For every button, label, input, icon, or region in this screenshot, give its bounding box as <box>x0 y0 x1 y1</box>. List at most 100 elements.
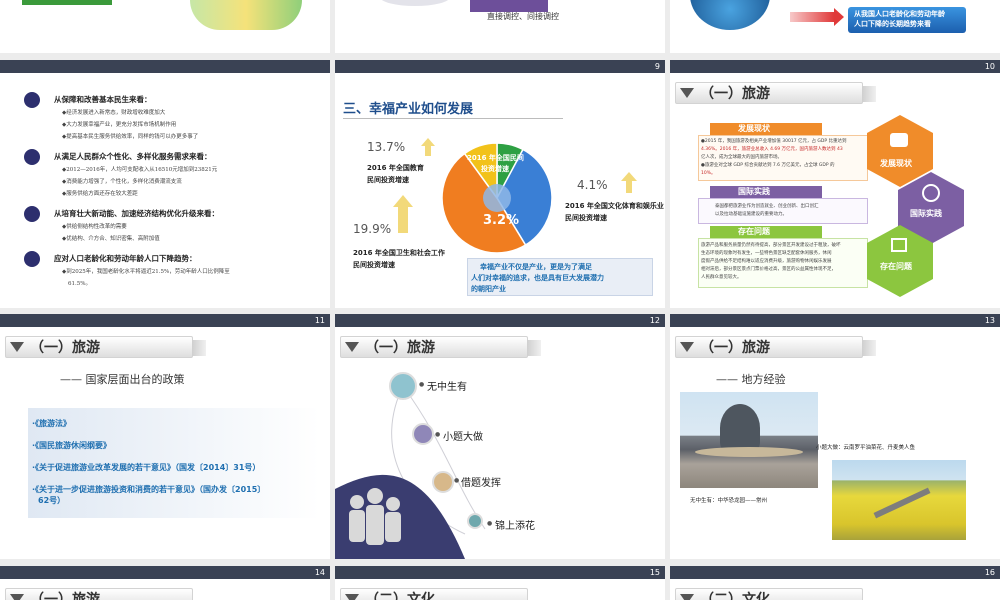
rapeseed-field-photo <box>832 460 966 540</box>
section-bullet-icon <box>24 92 40 108</box>
building-icon <box>891 238 907 252</box>
slide-thumbnail-8[interactable]: 从保障和改善基本民生来看： ◆经济发展进入新常态，财政增收难度加大 ◆大力发展幸福产… <box>0 60 330 308</box>
policy-item-cont: 62号） <box>38 496 66 505</box>
section-bullet: ◆经济发展进入新常态，财政增收难度加大 <box>62 110 166 116</box>
section-bullet: ◆优结构、介方合、知识密集、高附加值 <box>62 236 160 242</box>
slide-thumbnail-7[interactable]: 从我国人口老龄化和劳动年龄 人口下降的长期趋势来看 <box>670 0 1000 53</box>
section-bullet: ◆提高基本民生服务供给效率，同样的钱可以办更多事了 <box>62 134 199 140</box>
slide-thumbnail-10[interactable]: 10 （一）旅游 发展现状 ●2015 年，我国旅游及相关产业增加值 30017… <box>670 60 1000 308</box>
label-culture-1: 2016 年全国文化体育和娱乐业 <box>565 202 664 210</box>
hex-problems-label: 存在问题 <box>880 262 912 271</box>
up-arrow-stem <box>626 181 632 193</box>
slide-title: 三、幸福产业如何发展 <box>343 102 474 117</box>
up-arrow-icon <box>621 172 637 181</box>
section-title-box: （一）旅游 <box>675 82 876 104</box>
slide-header-bar: 10 <box>670 60 1000 73</box>
slide-thumbnail-16[interactable]: 16 （二）文化 <box>670 566 1000 600</box>
center-label-1: 2016 年全国民间 <box>467 154 524 162</box>
green-text-fragment <box>22 0 112 5</box>
section-title: 从保障和改善基本民生来看： <box>54 95 152 104</box>
slide-thumbnail-14[interactable]: 14 （一）旅游 <box>0 566 330 600</box>
slide-header-bar: 11 <box>0 314 330 327</box>
slide-header-bar: 13 <box>670 314 1000 327</box>
section-title: （一）旅游 <box>30 340 100 356</box>
slide-subtitle: —— 国家层面出台的政策 <box>60 373 185 386</box>
section-title: （二）文化 <box>700 592 770 600</box>
tab-current-status-label: 发展现状 <box>738 124 770 133</box>
pct-culture: 4.1% <box>577 178 608 192</box>
banner-line-1: 从我国人口老龄化和劳动年龄 <box>854 10 945 18</box>
globe-shape <box>690 0 770 30</box>
slide-thumbnail-15[interactable]: 15 （二）文化 <box>335 566 665 600</box>
hexagon-current-status <box>867 115 933 187</box>
caption-left: 无中生有：中华恐龙园——常州 <box>690 498 768 504</box>
globe-icon <box>922 184 940 202</box>
status-line-4: ●旅游业对全球 GDP 综合贡献达到 7.6 万亿美元，占全球 GDP 的 <box>701 163 835 168</box>
slide-thumbnail-12[interactable]: 12 （一）旅游 无中生有 小题大做 借题发挥 锦上添花 ● ● ● ● <box>335 314 665 559</box>
pie-center <box>483 184 511 212</box>
triangle-icon <box>10 342 24 352</box>
slide-number: 13 <box>984 316 995 325</box>
conclusion-line-3: 的朝阳产业 <box>471 285 506 293</box>
slide-subtitle: —— 地方经验 <box>716 373 786 386</box>
section-title: （一）旅游 <box>700 86 770 102</box>
banner-line-2: 人口下降的长期趋势来看 <box>854 20 931 28</box>
section-bullet: ◆大力发展幸福产业，更充分发挥市场机制作用 <box>62 122 177 128</box>
strategy-item: 无中生有 <box>427 382 467 393</box>
policy-item: ·《旅游法》 <box>32 419 72 428</box>
title-underline <box>343 118 563 119</box>
section-bullet: ◆服务供给方面还存在较大差距 <box>62 191 138 197</box>
section-title-box: （二）文化 <box>340 588 528 600</box>
problem-line-4: 相对滞后，部分景区景点门票价格过高，景区的公益属性体现不足， <box>701 267 836 272</box>
up-arrow-icon <box>393 195 413 207</box>
section-title: （一）旅游 <box>30 592 100 600</box>
center-label-2: 投资增速 <box>481 165 509 173</box>
up-arrow-stem <box>398 207 408 233</box>
problem-line-5: 人民群众意见较大。 <box>701 275 742 280</box>
strategy-item: 小题大做 <box>443 432 483 443</box>
hex-current-status-label: 发展现状 <box>880 159 912 168</box>
red-arrow-icon <box>790 12 834 22</box>
section-bullet: ◆2012—2016年，人均可支配收入从16510元增加到23821元 <box>62 167 218 173</box>
status-line-1: ●2015 年，我国旅游及相关产业增加值 30017 亿元，占 GDP 比重达到 <box>701 139 847 144</box>
tab-international-label: 国际实践 <box>738 187 770 196</box>
center-pct: 3.2% <box>483 213 520 228</box>
intl-line-2: 以及拉动基础设施建设的重要动力。 <box>715 212 787 217</box>
section-title-box: （一）旅游 <box>5 588 193 600</box>
section-title-box: （二）文化 <box>675 588 863 600</box>
strategy-item: 借题发挥 <box>461 478 501 489</box>
pct-health: 19.9% <box>353 222 392 236</box>
section-title: 从培育壮大新动能、加速经济结构优化升级来看： <box>54 209 219 218</box>
control-text: 直接调控、间接调控 <box>487 12 559 21</box>
dragon-sculpture <box>720 404 760 452</box>
problem-line-2: 生态环境的现象时有发生，一些特色景区缺乏配套休闲服务，休闲 <box>701 251 832 256</box>
section-title: 应对人口老龄化和劳动年龄人口下降趋势： <box>54 254 197 263</box>
label-health-1: 2016 年全国卫生和社会工作 <box>353 249 445 257</box>
policy-item: ·《关于进一步促进旅游投资和消费的若干意见》（国办发〔2015〕 <box>32 485 266 494</box>
slide-thumbnail-5[interactable] <box>0 0 330 53</box>
section-bullet: ◆到2025年，我国老龄化水平将逼近21.5%，劳动年龄人口比例降至 <box>62 269 230 275</box>
section-bullet: 61.5%。 <box>68 281 91 287</box>
slide-header-bar: 16 <box>670 566 1000 579</box>
label-education-2: 民间投资增速 <box>367 176 409 184</box>
briefcase-icon <box>890 133 908 147</box>
conclusion-line-2: 人们对幸福的追求，也是具有巨大发展潜力 <box>471 274 604 282</box>
label-culture-2: 民间投资增速 <box>565 214 607 222</box>
section-bullet-icon <box>24 251 40 267</box>
intl-line-1: 泰国都把旅游业作为创造就业、创业创新、出口创汇 <box>715 204 819 209</box>
section-bullet-icon <box>24 149 40 165</box>
slide-thumbnail-9[interactable]: 9 三、幸福产业如何发展 13.7% 2016 年全国教育 民间投资增速 19.… <box>335 60 665 308</box>
red-arrow-head-icon <box>834 8 844 26</box>
tab-problems-label: 存在问题 <box>738 227 770 236</box>
slide-thumbnail-13[interactable]: 13 （一）旅游 —— 地方经验 无中生有：中华恐龙园——常州 小题大做：云南罗… <box>670 314 1000 559</box>
pct-education: 13.7% <box>367 140 406 154</box>
section-title: （一）旅游 <box>700 340 770 356</box>
slide-thumbnail-11[interactable]: 11 （一）旅游 —— 国家层面出台的政策 ·《旅游法》 ·《国民旅游休闲纲要》… <box>0 314 330 559</box>
status-line-2: 4.36%。2016 年，旅游业总收入 4.69 万亿元，国内旅游人数达到 43 <box>701 147 843 152</box>
slide-thumbnail-6[interactable]: 直接调控、间接调控 <box>335 0 665 53</box>
dinosaur-park-photo <box>680 392 818 488</box>
label-health-2: 民间投资增速 <box>353 261 395 269</box>
slide-number: 10 <box>984 62 995 71</box>
problem-line-1: 旅游产品和服务质量仍然有待提高，部分景区开发建设过于粗放，破坏 <box>701 243 841 248</box>
triangle-icon <box>680 342 694 352</box>
